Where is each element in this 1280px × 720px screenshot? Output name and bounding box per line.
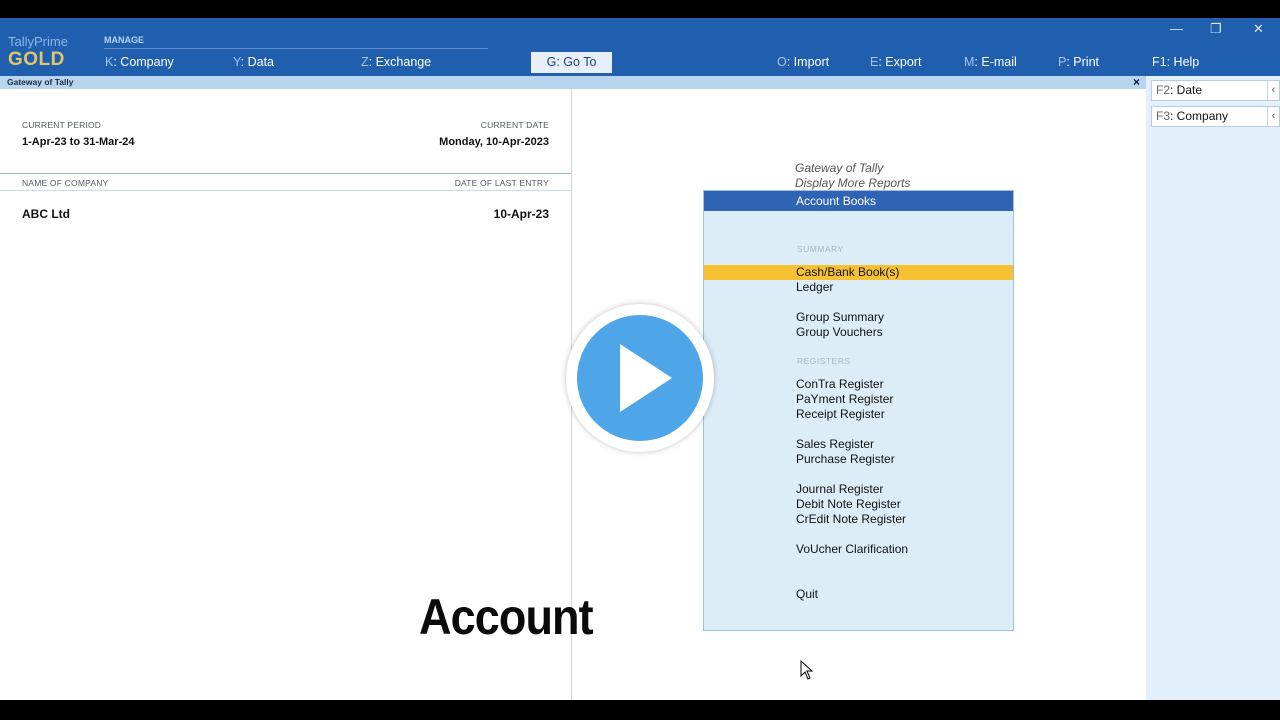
section-registers: REGISTERS (797, 356, 851, 366)
last-entry-column-header: DATE OF LAST ENTRY (454, 178, 549, 188)
menu-item-contra-register[interactable]: ConTra Register (704, 377, 1013, 392)
brand-edition: GOLD (8, 49, 65, 70)
gateway-title: Gateway of Tally (7, 77, 74, 87)
current-period-value: 1-Apr-23 to 31-Mar-24 (22, 136, 135, 148)
tally-window: TallyPrime GOLD MANAGE K: Company Y: Dat… (0, 18, 1280, 700)
menu-title: Account Books (796, 194, 877, 208)
gateway-title-bar: Gateway of Tally × (0, 75, 1146, 89)
menu-item-voucher-clarification[interactable]: VoUcher Clarification (704, 542, 1013, 557)
account-books-menu: Account Books SUMMARY Cash/Bank Book(s) … (703, 190, 1014, 631)
manage-group-divider (104, 48, 488, 49)
menu-import[interactable]: O: Import (777, 55, 829, 69)
mouse-cursor-icon (800, 660, 814, 680)
chevron-left-icon: ‹ (1267, 107, 1279, 126)
menu-item-cash-bank-books[interactable]: Cash/Bank Book(s) (704, 265, 1013, 280)
close-icon[interactable]: ✕ (1253, 21, 1264, 37)
menu-item-payment-register[interactable]: PaYment Register (704, 392, 1013, 407)
menu-item-group-vouchers[interactable]: Group Vouchers (704, 325, 1013, 340)
overlay-caption: Account (419, 589, 594, 645)
menu-help[interactable]: F1: Help (1152, 55, 1199, 69)
header-divider (0, 190, 571, 191)
section-summary: SUMMARY (797, 244, 844, 254)
menu-item-purchase-register[interactable]: Purchase Register (704, 452, 1013, 467)
menu-item-sales-register[interactable]: Sales Register (704, 437, 1013, 452)
menu-item-group-summary[interactable]: Group Summary (704, 310, 1013, 325)
play-icon (620, 344, 672, 412)
gateway-close-icon[interactable]: × (1133, 75, 1140, 89)
menu-item-debit-note-register[interactable]: Debit Note Register (704, 497, 1013, 512)
menu-goto[interactable]: G: Go To (531, 52, 612, 73)
manage-group-label: MANAGE (104, 35, 144, 45)
menu-export[interactable]: E: Export (870, 55, 921, 69)
current-period-label: CURRENT PERIOD (22, 120, 102, 130)
chevron-left-icon: ‹ (1267, 81, 1279, 100)
breadcrumb-gateway: Gateway of Tally (795, 161, 884, 175)
menu-item-ledger[interactable]: Ledger (704, 280, 1013, 295)
top-toolbar: TallyPrime GOLD MANAGE K: Company Y: Dat… (0, 18, 1280, 76)
menu-item-credit-note-register[interactable]: CrEdit Note Register (704, 512, 1013, 527)
company-name[interactable]: ABC Ltd (22, 207, 70, 221)
menu-print[interactable]: P: Print (1058, 55, 1099, 69)
company-column-header: NAME OF COMPANY (22, 178, 109, 188)
current-date-value: Monday, 10-Apr-2023 (439, 136, 549, 148)
menu-company[interactable]: K: Company (105, 55, 174, 69)
date-button[interactable]: F2: Date ‹ (1151, 80, 1280, 101)
breadcrumb-display-more-reports: Display More Reports (795, 176, 911, 190)
minimize-icon[interactable]: — (1170, 21, 1183, 36)
menu-data[interactable]: Y: Data (233, 55, 274, 69)
restore-icon[interactable]: ❐ (1210, 21, 1222, 37)
menu-exchange[interactable]: Z: Exchange (361, 55, 431, 69)
menu-email[interactable]: M: E-mail (964, 55, 1017, 69)
menu-item-receipt-register[interactable]: Receipt Register (704, 407, 1013, 422)
menu-item-quit[interactable]: Quit (704, 587, 1013, 602)
company-last-entry: 10-Apr-23 (493, 207, 549, 221)
company-button[interactable]: F3: Company ‹ (1151, 106, 1280, 127)
right-button-panel: F2: Date ‹ F3: Company ‹ (1146, 76, 1280, 700)
period-divider (0, 173, 571, 174)
menu-item-journal-register[interactable]: Journal Register (704, 482, 1013, 497)
brand-name: TallyPrime (8, 34, 68, 49)
menu-title-bar: Account Books (704, 191, 1013, 211)
current-date-label: CURRENT DATE (480, 120, 549, 130)
